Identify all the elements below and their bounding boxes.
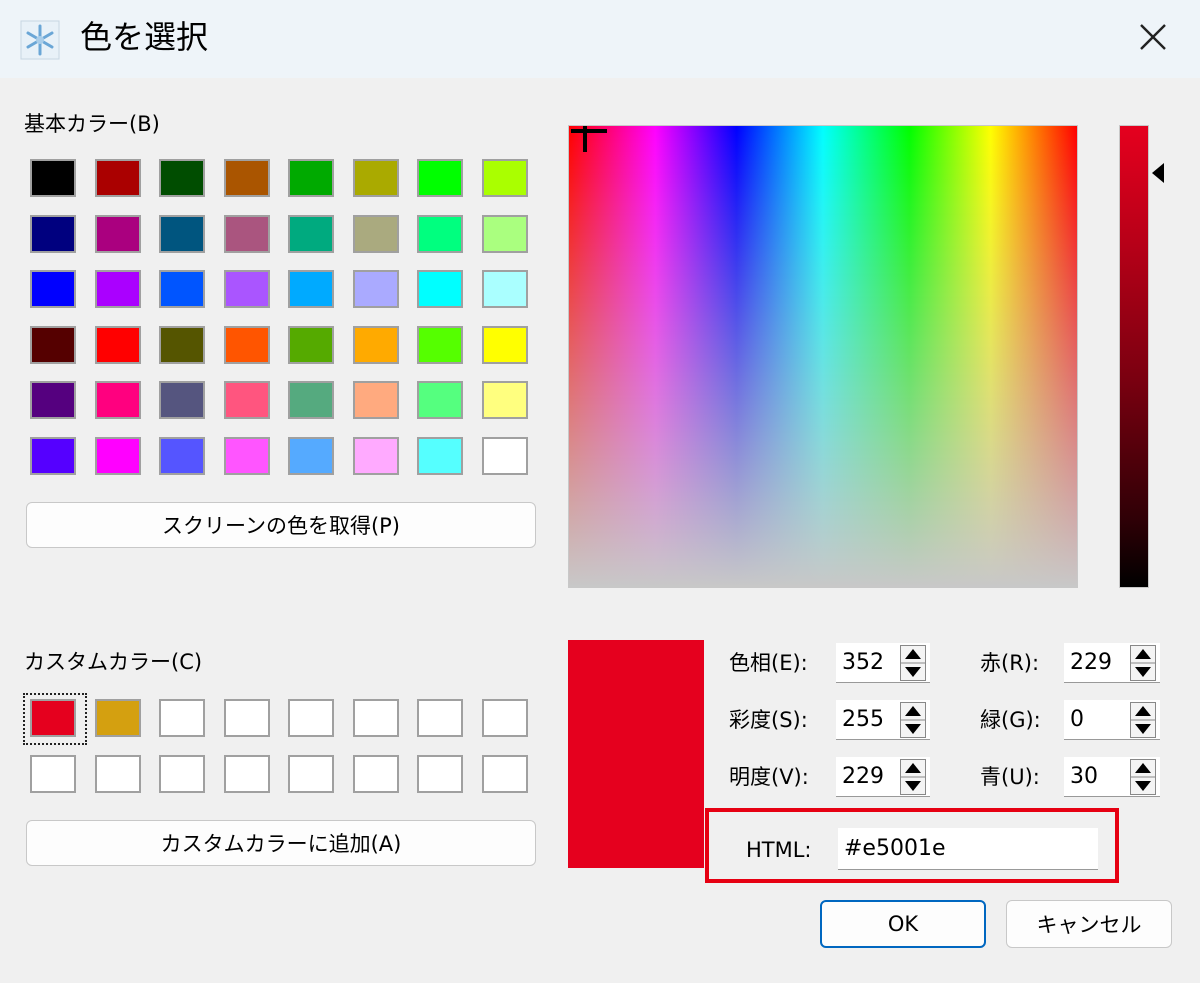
custom-color-swatch[interactable] <box>94 699 141 737</box>
title-bar: 色を選択 <box>0 0 1200 78</box>
red-label: 赤(R): <box>980 651 1040 675</box>
basic-color-swatch[interactable] <box>481 436 528 475</box>
custom-color-swatch[interactable] <box>481 755 528 793</box>
basic-color-swatch[interactable] <box>159 436 205 475</box>
basic-color-swatch[interactable] <box>94 159 141 197</box>
basic-color-swatch[interactable] <box>417 381 463 419</box>
basic-color-swatch[interactable] <box>94 214 141 253</box>
current-color-preview <box>568 640 704 868</box>
basic-color-swatch[interactable] <box>352 159 399 197</box>
basic-color-swatch[interactable] <box>288 436 334 475</box>
basic-colors-label: 基本カラー(B) <box>24 112 160 136</box>
value-spin-icon[interactable] <box>900 759 926 795</box>
basic-color-swatch[interactable] <box>159 214 205 253</box>
custom-color-swatch[interactable] <box>159 699 205 737</box>
custom-color-swatch[interactable] <box>288 699 334 737</box>
basic-color-swatch[interactable] <box>352 214 399 253</box>
green-spin-icon[interactable] <box>1130 702 1156 738</box>
crosshair-icon <box>571 126 607 152</box>
basic-color-swatch[interactable] <box>94 270 141 308</box>
custom-color-swatch[interactable] <box>288 755 334 793</box>
basic-color-swatch[interactable] <box>223 436 270 475</box>
basic-color-swatch[interactable] <box>94 436 141 475</box>
custom-color-swatch[interactable] <box>223 755 270 793</box>
cancel-button[interactable]: キャンセル <box>1006 900 1172 948</box>
html-label: HTML: <box>746 838 812 862</box>
basic-color-swatch[interactable] <box>30 325 76 364</box>
pick-screen-color-button[interactable]: スクリーンの色を取得(P) <box>26 502 536 548</box>
basic-color-swatch[interactable] <box>223 381 270 419</box>
basic-color-swatch[interactable] <box>417 436 463 475</box>
custom-color-swatch[interactable] <box>94 755 141 793</box>
basic-color-swatch[interactable] <box>288 270 334 308</box>
basic-color-swatch[interactable] <box>159 325 205 364</box>
luminance-slider[interactable] <box>1119 125 1149 588</box>
blue-spin-icon[interactable] <box>1130 759 1156 795</box>
hue-label: 色相(E): <box>729 651 808 675</box>
custom-color-swatch[interactable] <box>223 699 270 737</box>
html-color-input[interactable]: #e5001e <box>838 828 1098 870</box>
basic-color-swatch[interactable] <box>481 381 528 419</box>
basic-color-swatch[interactable] <box>94 381 141 419</box>
custom-color-swatch[interactable] <box>417 699 463 737</box>
spectrum-saturation-layer <box>569 126 1077 587</box>
blue-label: 青(U): <box>980 765 1040 789</box>
snowflake-icon <box>20 20 60 60</box>
basic-color-swatch[interactable] <box>30 270 76 308</box>
custom-color-swatch[interactable] <box>352 699 399 737</box>
add-custom-color-button[interactable]: カスタムカラーに追加(A) <box>26 820 536 866</box>
ok-button[interactable]: OK <box>820 900 986 948</box>
basic-color-swatch[interactable] <box>30 436 76 475</box>
basic-color-swatch[interactable] <box>352 436 399 475</box>
basic-color-swatch[interactable] <box>352 325 399 364</box>
color-spectrum[interactable] <box>568 125 1078 588</box>
basic-color-swatch[interactable] <box>352 270 399 308</box>
value-label: 明度(V): <box>729 765 809 789</box>
custom-color-swatch[interactable] <box>352 755 399 793</box>
basic-color-swatch[interactable] <box>30 381 76 419</box>
basic-color-swatch[interactable] <box>417 159 463 197</box>
custom-color-swatch[interactable] <box>417 755 463 793</box>
window-title: 色を選択 <box>80 18 209 56</box>
basic-color-swatch[interactable] <box>481 159 528 197</box>
green-label: 緑(G): <box>980 708 1041 732</box>
basic-color-swatch[interactable] <box>417 270 463 308</box>
basic-color-swatch[interactable] <box>30 159 76 197</box>
close-button[interactable] <box>1120 10 1186 64</box>
basic-color-swatch[interactable] <box>288 159 334 197</box>
basic-color-swatch[interactable] <box>352 381 399 419</box>
basic-color-swatch[interactable] <box>223 159 270 197</box>
custom-colors-label: カスタムカラー(C) <box>24 650 203 674</box>
basic-color-swatch[interactable] <box>288 325 334 364</box>
basic-color-swatch[interactable] <box>481 270 528 308</box>
basic-color-swatch[interactable] <box>417 214 463 253</box>
basic-color-swatch[interactable] <box>288 214 334 253</box>
custom-color-swatch[interactable] <box>30 755 76 793</box>
basic-color-swatch[interactable] <box>223 214 270 253</box>
saturation-label: 彩度(S): <box>729 708 808 732</box>
basic-color-swatch[interactable] <box>288 381 334 419</box>
saturation-spin-icon[interactable] <box>900 702 926 738</box>
basic-color-swatch[interactable] <box>223 325 270 364</box>
basic-color-swatch[interactable] <box>30 214 76 253</box>
custom-color-swatch[interactable] <box>159 755 205 793</box>
hue-spin-icon[interactable] <box>900 645 926 681</box>
basic-color-swatch[interactable] <box>481 214 528 253</box>
basic-color-swatch[interactable] <box>159 270 205 308</box>
custom-color-swatch[interactable] <box>481 699 528 737</box>
basic-color-swatch[interactable] <box>159 159 205 197</box>
custom-color-swatch[interactable] <box>30 699 76 737</box>
luminance-arrow-icon[interactable] <box>1152 163 1164 183</box>
basic-color-swatch[interactable] <box>94 325 141 364</box>
basic-color-swatch[interactable] <box>159 381 205 419</box>
close-icon <box>1140 24 1166 50</box>
basic-color-swatch[interactable] <box>417 325 463 364</box>
red-spin-icon[interactable] <box>1130 645 1156 681</box>
basic-color-swatch[interactable] <box>481 325 528 364</box>
basic-color-swatch[interactable] <box>223 270 270 308</box>
